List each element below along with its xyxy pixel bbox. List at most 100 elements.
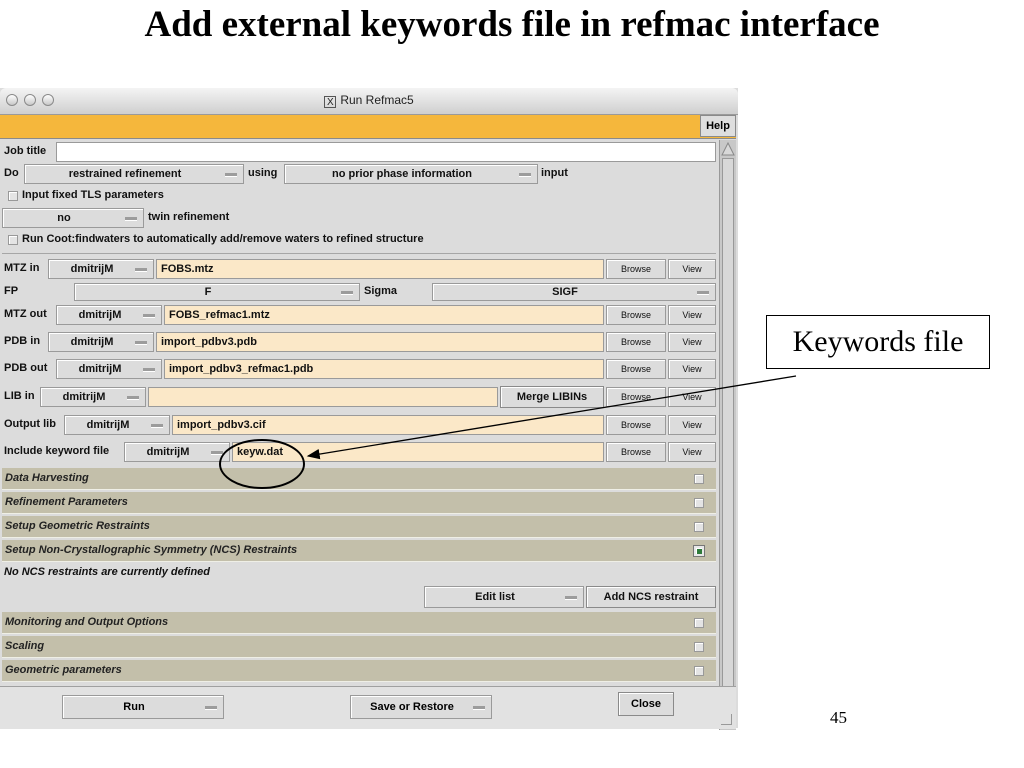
run-menu[interactable]: Run	[62, 695, 224, 719]
keyword-file-input[interactable]: keyw.dat	[232, 442, 604, 462]
pdb-in-view-button[interactable]: View	[668, 332, 716, 352]
mtz-out-project-menu[interactable]: dmitrijM	[56, 305, 162, 325]
menu-indicator-icon	[127, 396, 139, 400]
section-title: Scaling	[5, 640, 45, 652]
keyword-file-project-menu[interactable]: dmitrijM	[124, 442, 230, 462]
resize-grip-icon[interactable]	[721, 714, 732, 725]
menu-indicator-icon	[135, 341, 147, 345]
section-toggle[interactable]	[694, 666, 704, 676]
menu-indicator-icon	[205, 706, 217, 710]
section-toggle[interactable]	[694, 474, 704, 484]
pdb-in-row: PDB in dmitrijM import_pdbv3.pdb Browse …	[2, 331, 716, 353]
job-title-input[interactable]	[56, 142, 716, 162]
section-title: Data Harvesting	[5, 472, 89, 484]
keyword-file-view-button[interactable]: View	[668, 442, 716, 462]
lib-in-view-button[interactable]: View	[668, 387, 716, 407]
refmac-window: X Run Refmac5 Help Job title Do restraine…	[0, 88, 738, 730]
section-ncs-restraints[interactable]: Setup Non-Crystallographic Symmetry (NCS…	[2, 540, 716, 562]
mtz-in-label: MTZ in	[4, 262, 40, 274]
keywords-file-callout: Keywords file	[766, 315, 990, 369]
fp-label: FP	[4, 285, 19, 297]
refinement-mode-value: restrained refinement	[68, 168, 182, 180]
merge-libins-button[interactable]: Merge LIBINs	[500, 386, 604, 408]
tls-checkbox[interactable]	[8, 191, 18, 201]
lib-in-project-menu[interactable]: dmitrijM	[40, 387, 146, 407]
output-lib-view-button[interactable]: View	[668, 415, 716, 435]
close-button[interactable]: Close	[618, 692, 674, 716]
pdb-out-view-button[interactable]: View	[668, 359, 716, 379]
pdb-out-label: PDB out	[4, 362, 48, 374]
section-title: Setup Geometric Restraints	[5, 520, 150, 532]
pdb-in-project-menu[interactable]: dmitrijM	[48, 332, 154, 352]
section-toggle[interactable]	[694, 618, 704, 628]
section-data-harvesting[interactable]: Data Harvesting	[2, 468, 716, 490]
pdb-out-project-menu[interactable]: dmitrijM	[56, 359, 162, 379]
pdb-in-input[interactable]: import_pdbv3.pdb	[156, 332, 604, 352]
do-row: Do restrained refinement using no prior …	[2, 164, 716, 184]
section-refinement-parameters[interactable]: Refinement Parameters	[2, 492, 716, 514]
pdb-in-label: PDB in	[4, 335, 41, 347]
mtz-in-view-button[interactable]: View	[668, 259, 716, 279]
menu-indicator-icon	[225, 173, 237, 177]
project-value: dmitrijM	[78, 309, 122, 321]
run-label: Run	[123, 701, 145, 713]
twin-value: no	[57, 212, 71, 224]
sigma-menu[interactable]: SIGF	[432, 283, 716, 301]
section-geometric-parameters[interactable]: Geometric parameters	[2, 660, 716, 682]
vertical-scrollbar[interactable]	[719, 140, 736, 730]
section-toggle[interactable]	[694, 498, 704, 508]
edit-list-menu[interactable]: Edit list	[424, 586, 584, 608]
mtz-in-input[interactable]: FOBS.mtz	[156, 259, 604, 279]
fp-row: FP F Sigma SIGF	[2, 283, 716, 301]
tls-row: Input fixed TLS parameters	[2, 187, 716, 205]
lib-in-browse-button[interactable]: Browse	[606, 387, 666, 407]
section-toggle[interactable]	[694, 642, 704, 652]
help-button[interactable]: Help	[700, 115, 736, 137]
section-geometric-restraints[interactable]: Setup Geometric Restraints	[2, 516, 716, 538]
project-value: dmitrijM	[146, 446, 190, 458]
save-restore-menu[interactable]: Save or Restore	[350, 695, 492, 719]
coot-checkbox[interactable]	[8, 235, 18, 245]
mtz-out-view-button[interactable]: View	[668, 305, 716, 325]
twin-row: no twin refinement	[2, 208, 716, 228]
refinement-mode-menu[interactable]: restrained refinement	[24, 164, 244, 184]
scrollbar-thumb[interactable]	[722, 158, 734, 710]
phase-info-menu[interactable]: no prior phase information	[284, 164, 538, 184]
mtz-in-project-menu[interactable]: dmitrijM	[48, 259, 154, 279]
fp-menu[interactable]: F	[74, 283, 360, 301]
output-lib-browse-button[interactable]: Browse	[606, 415, 666, 435]
do-label: Do	[4, 167, 19, 179]
menu-indicator-icon	[341, 291, 353, 295]
menu-indicator-icon	[473, 706, 485, 710]
section-toggle[interactable]	[693, 545, 705, 557]
ncs-note: No NCS restraints are currently defined	[4, 566, 211, 578]
project-value: dmitrijM	[70, 336, 114, 348]
output-lib-project-menu[interactable]: dmitrijM	[64, 415, 170, 435]
window-titlebar[interactable]: X Run Refmac5	[0, 88, 738, 115]
menu-indicator-icon	[519, 173, 531, 177]
section-monitoring-output[interactable]: Monitoring and Output Options	[2, 612, 716, 634]
bottom-action-bar: Run Save or Restore Close	[0, 686, 736, 729]
sigma-value: SIGF	[552, 286, 578, 298]
help-bar: Help	[0, 115, 736, 139]
pdb-in-browse-button[interactable]: Browse	[606, 332, 666, 352]
output-lib-row: Output lib dmitrijM import_pdbv3.cif Bro…	[2, 414, 716, 436]
section-title: Geometric parameters	[5, 664, 122, 676]
keyword-file-browse-button[interactable]: Browse	[606, 442, 666, 462]
mtz-in-browse-button[interactable]: Browse	[606, 259, 666, 279]
using-label: using	[248, 167, 278, 179]
output-lib-input[interactable]: import_pdbv3.cif	[172, 415, 604, 435]
add-ncs-restraint-button[interactable]: Add NCS restraint	[586, 586, 716, 608]
pdb-out-input[interactable]: import_pdbv3_refmac1.pdb	[164, 359, 604, 379]
section-scaling[interactable]: Scaling	[2, 636, 716, 658]
lib-in-input[interactable]	[148, 387, 498, 407]
scroll-up-icon[interactable]	[720, 141, 736, 157]
mtz-out-input[interactable]: FOBS_refmac1.mtz	[164, 305, 604, 325]
mtz-out-browse-button[interactable]: Browse	[606, 305, 666, 325]
x11-icon: X	[324, 96, 337, 108]
menu-indicator-icon	[143, 314, 155, 318]
section-toggle[interactable]	[694, 522, 704, 532]
edit-list-value: Edit list	[475, 591, 515, 603]
pdb-out-browse-button[interactable]: Browse	[606, 359, 666, 379]
twin-menu[interactable]: no	[2, 208, 144, 228]
